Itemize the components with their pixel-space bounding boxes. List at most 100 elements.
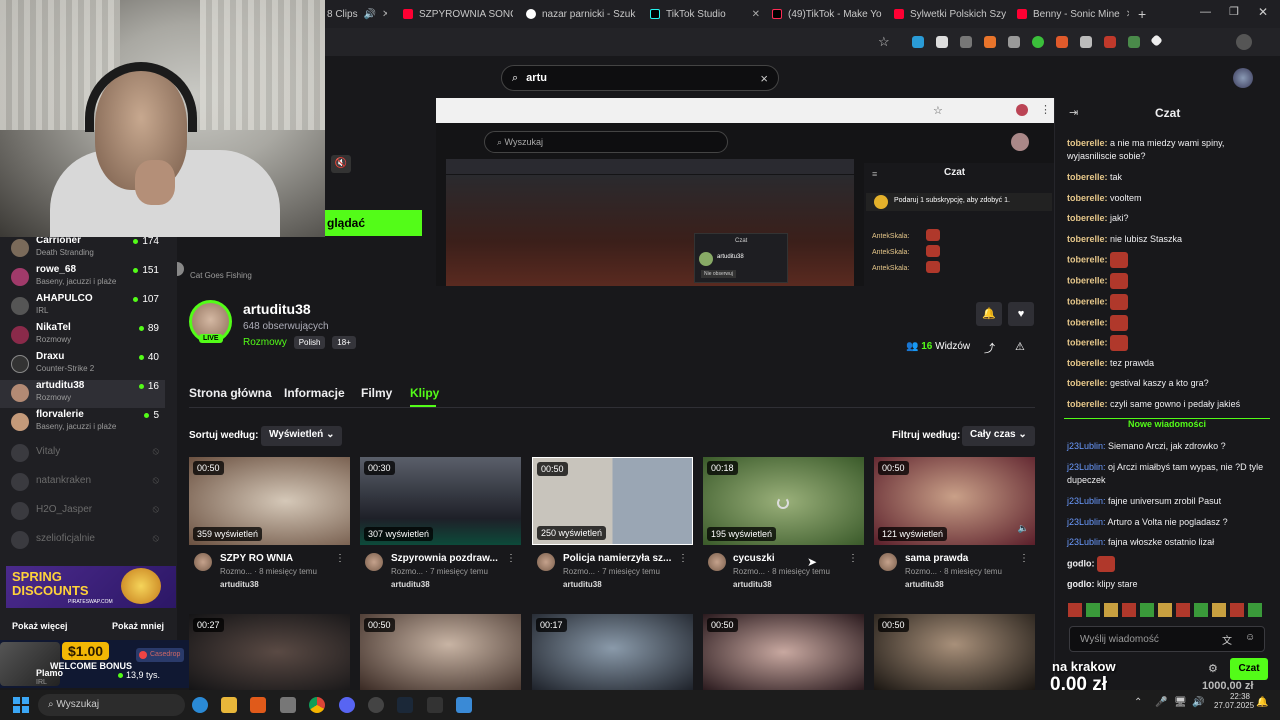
- chat-username[interactable]: j23Lublin:: [1067, 441, 1106, 451]
- extension-icon[interactable]: [1056, 36, 1068, 48]
- app-icon[interactable]: [427, 697, 443, 713]
- chevron-up-icon[interactable]: ⌃: [1134, 697, 1142, 708]
- clip-channel[interactable]: artuditu38: [905, 580, 944, 589]
- tab-info[interactable]: Informacje: [284, 386, 345, 400]
- extension-icon[interactable]: [984, 36, 996, 48]
- more-options-icon[interactable]: ⋮: [506, 553, 516, 564]
- share-icon[interactable]: ⤴: [984, 340, 995, 356]
- clip-thumbnail[interactable]: 00:50 121 wyświetleń 🔈: [874, 457, 1035, 545]
- chat-username[interactable]: toberelle:: [1067, 172, 1108, 182]
- tag-18plus[interactable]: 18+: [332, 336, 356, 349]
- chat-username[interactable]: j23Lublin:: [1067, 496, 1106, 506]
- chat-username[interactable]: toberelle:: [1067, 275, 1108, 285]
- chrome-icon[interactable]: [309, 697, 325, 713]
- translate-extension-icon[interactable]: [912, 36, 924, 48]
- watch-button[interactable]: glądać: [325, 210, 422, 236]
- extension-icon[interactable]: [936, 36, 948, 48]
- clip-thumbnail[interactable]: 00:50: [703, 614, 864, 690]
- minimize-button[interactable]: —: [1200, 6, 1211, 18]
- tab-tiktok-studio[interactable]: TikTok Studio ✕: [650, 4, 760, 24]
- show-more-button[interactable]: Pokaż więcej: [12, 621, 68, 631]
- sidebar-item-rowe68[interactable]: rowe_68 Baseny, jacuzzi i plaże 151: [0, 264, 165, 292]
- close-window-button[interactable]: ✕: [1258, 5, 1268, 19]
- new-tab-button[interactable]: +: [1138, 6, 1146, 22]
- steam-icon[interactable]: [397, 697, 413, 713]
- more-options-icon[interactable]: ⋮: [1019, 553, 1029, 564]
- store-icon[interactable]: [280, 697, 296, 713]
- clip-channel[interactable]: artuditu38: [733, 580, 772, 589]
- tab-google[interactable]: nazar parnicki - Szuk ✕: [526, 4, 638, 24]
- chat-username[interactable]: toberelle:: [1067, 358, 1108, 368]
- notification-icon[interactable]: 🔔: [1256, 697, 1268, 708]
- extension-icon[interactable]: [1080, 36, 1092, 48]
- extension-icon[interactable]: [960, 36, 972, 48]
- chat-username[interactable]: toberelle:: [1067, 317, 1108, 327]
- taskbar-search[interactable]: ⌕ Wyszukaj: [38, 694, 185, 716]
- clip-thumbnail[interactable]: 00:50 250 wyświetleń: [532, 457, 693, 545]
- sidebar-item-szelioficjalnie[interactable]: szelioficjalnie ⦸: [0, 527, 165, 555]
- settings-gear-icon[interactable]: ⚙: [1208, 662, 1218, 675]
- edge-icon[interactable]: [192, 697, 208, 713]
- maximize-button[interactable]: ❐: [1229, 5, 1239, 18]
- tab-szpyrownia[interactable]: SZPYROWNIA SONG ✕: [403, 4, 513, 24]
- chat-username[interactable]: godlo:: [1067, 579, 1095, 589]
- file-explorer-icon[interactable]: [221, 697, 237, 713]
- volume-icon[interactable]: 🔈: [1018, 523, 1029, 534]
- sort-dropdown[interactable]: Wyświetleń ⌄: [261, 426, 343, 446]
- sidebar-item-vitaly[interactable]: Vitaly ⦸: [0, 440, 165, 468]
- show-less-button[interactable]: Pokaż mniej: [112, 621, 164, 631]
- clear-search-icon[interactable]: ×: [760, 71, 768, 86]
- bookmark-star-icon[interactable]: ☆: [878, 34, 890, 50]
- chat-username[interactable]: toberelle:: [1067, 213, 1108, 223]
- more-options-icon[interactable]: ⋮: [848, 553, 858, 564]
- extension-icon[interactable]: [1128, 36, 1140, 48]
- clip-title[interactable]: Szpyrownia pozdraw...: [391, 553, 498, 564]
- discord-icon[interactable]: [339, 697, 355, 713]
- chat-username[interactable]: toberelle:: [1067, 138, 1108, 148]
- chat-username[interactable]: toberelle:: [1067, 337, 1108, 347]
- network-icon[interactable]: 🖥: [1174, 697, 1187, 708]
- stream-preview[interactable]: ☆ ⋮ ⌕ Wyszukaj Czat artuditu38 Nie obser…: [436, 98, 1054, 286]
- tag-polish[interactable]: Polish: [293, 336, 326, 349]
- mute-icon[interactable]: 🔇: [331, 155, 351, 173]
- chat-input[interactable]: Wyślij wiadomość: [1069, 626, 1265, 652]
- clip-title[interactable]: SZPY RO WNIA: [220, 553, 293, 564]
- more-options-icon[interactable]: ⋮: [335, 553, 345, 564]
- ad-banner[interactable]: SPRING DISCOUNTS PIRATESWAP.COM: [6, 566, 176, 608]
- close-icon[interactable]: ✕: [382, 9, 387, 20]
- follow-heart-button[interactable]: ♥: [1008, 302, 1034, 326]
- chat-username[interactable]: toberelle:: [1067, 399, 1108, 409]
- tab-home[interactable]: Strona główna: [189, 386, 272, 400]
- chat-username[interactable]: toberelle:: [1067, 234, 1108, 244]
- clip-thumbnail[interactable]: 00:50: [360, 614, 521, 690]
- clip-thumbnail[interactable]: 00:50: [874, 614, 1035, 690]
- clip-thumbnail[interactable]: 00:18 195 wyświetleń: [703, 457, 864, 545]
- chat-username[interactable]: godlo:: [1067, 558, 1095, 568]
- volume-icon[interactable]: 🔊: [1192, 697, 1204, 708]
- extension-icon[interactable]: [1008, 36, 1020, 48]
- tab-sylwetki[interactable]: Sylwetki Polskich Szy ✕: [894, 4, 1006, 24]
- sidebar-item-draxu[interactable]: Draxu Counter-Strike 2 40: [0, 351, 165, 379]
- extension-icon[interactable]: [1104, 36, 1116, 48]
- emote-bar[interactable]: [1068, 603, 1264, 617]
- microphone-icon[interactable]: 🎤: [1155, 697, 1167, 708]
- notification-bell-button[interactable]: 🔔: [976, 302, 1002, 326]
- close-icon[interactable]: ✕: [752, 9, 760, 20]
- clip-thumbnail[interactable]: 00:50 359 wyświetleń: [189, 457, 350, 545]
- chat-username[interactable]: toberelle:: [1067, 296, 1108, 306]
- emoji-icon[interactable]: ☺: [1245, 632, 1255, 643]
- more-options-icon[interactable]: ⋮: [678, 553, 688, 564]
- translate-icon[interactable]: 文: [1222, 632, 1232, 647]
- clip-channel[interactable]: artuditu38: [391, 580, 430, 589]
- sidebar-item-ahapulco[interactable]: AHAPULCO IRL 107: [0, 293, 165, 321]
- tab-clips[interactable]: Klipy: [410, 386, 439, 400]
- windows-start-icon[interactable]: [13, 697, 29, 713]
- tab-tiktok[interactable]: (49)TikTok - Make Yo ✕: [772, 4, 882, 24]
- clip-thumbnail[interactable]: 00:30 307 wyświetleń: [360, 457, 521, 545]
- sidebar-item-florvalerie[interactable]: florvalerie Baseny, jacuzzi i plaże 5: [0, 409, 165, 437]
- chat-username[interactable]: toberelle:: [1067, 193, 1108, 203]
- clip-title[interactable]: sama prawda: [905, 553, 968, 564]
- tab-videos[interactable]: Filmy: [361, 386, 392, 400]
- filter-dropdown[interactable]: Cały czas ⌄: [962, 426, 1035, 446]
- casedrop-ad[interactable]: $1.00 WELCOME BONUS Casedrop Plamo IRL 1…: [0, 640, 189, 688]
